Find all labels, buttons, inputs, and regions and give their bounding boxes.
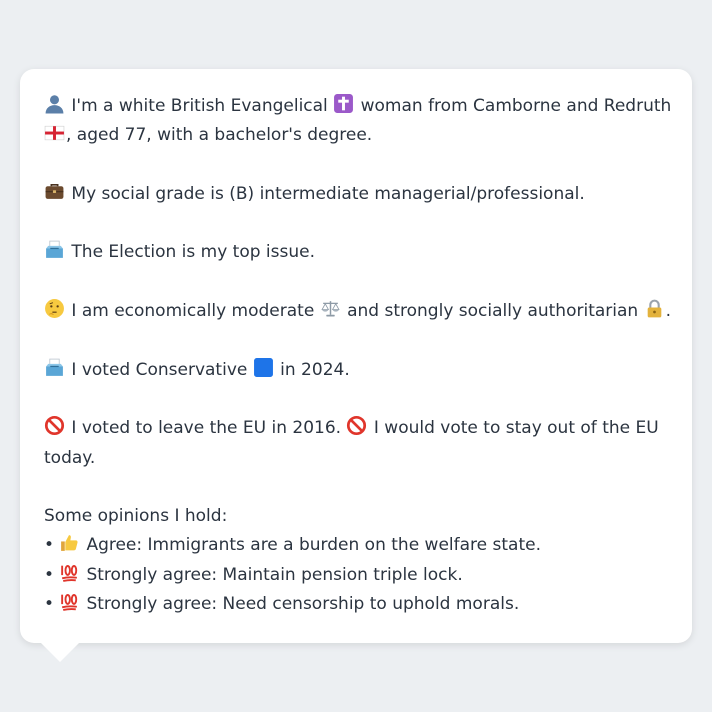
hundred-points-icon <box>59 562 80 583</box>
ideology-text-3: . <box>665 301 671 322</box>
briefcase-icon <box>44 181 65 202</box>
intro-paragraph: I'm a white British Evangelical woman fr… <box>44 92 672 151</box>
hundred-points-icon <box>59 591 80 612</box>
social-grade-paragraph: My social grade is (B) intermediate mana… <box>44 180 672 209</box>
opinion-text: Strongly agree: Need censorship to uphol… <box>86 594 520 615</box>
intro-text-1: I'm a white British Evangelical <box>71 96 328 116</box>
ballot-box-icon <box>44 239 65 260</box>
brexit-text-1: I voted to leave the EU in 2016. <box>71 418 342 439</box>
bullet: • <box>44 564 55 585</box>
person-silhouette-icon <box>44 93 65 114</box>
top-issue-text: The Election is my top issue. <box>71 242 316 263</box>
brexit-paragraph: I voted to leave the EU in 2016. I would… <box>44 414 672 473</box>
vote-2024-text-1: I voted Conservative <box>71 359 248 380</box>
bullet: • <box>44 594 55 615</box>
intro-text-2: woman from Camborne and Redruth <box>360 96 672 116</box>
social-grade-text: My social grade is (B) intermediate mana… <box>71 183 585 204</box>
blue-square-icon <box>253 357 274 378</box>
ideology-text-2: and strongly socially authoritarian <box>347 301 639 322</box>
list-item: • Agree: Immigrants are a burden on the … <box>44 531 672 560</box>
opinion-text: Agree: Immigrants are a burden on the we… <box>86 535 541 556</box>
top-issue-paragraph: The Election is my top issue. <box>44 238 672 267</box>
bullet: • <box>44 535 55 556</box>
speech-bubble-tail <box>40 642 80 662</box>
padlock-icon <box>644 298 665 319</box>
balance-scale-icon <box>320 298 341 319</box>
persona-card: I'm a white British Evangelical woman fr… <box>20 69 692 643</box>
intro-text-3: , aged 77, with a bachelor's degree. <box>66 125 373 146</box>
ideology-text-1: I am economically moderate <box>71 301 315 322</box>
england-flag-icon <box>44 122 65 143</box>
prohibited-icon <box>346 415 367 436</box>
latin-cross-icon <box>333 93 354 114</box>
list-item: • Strongly agree: Need censorship to uph… <box>44 590 672 619</box>
vote-2024-text-2: in 2024. <box>280 359 350 380</box>
list-item: • Strongly agree: Maintain pension tripl… <box>44 561 672 590</box>
thinking-face-icon <box>44 298 65 319</box>
vote-2024-paragraph: I voted Conservative in 2024. <box>44 356 672 385</box>
ideology-paragraph: I am economically moderate and strongly … <box>44 297 672 326</box>
prohibited-icon <box>44 415 65 436</box>
opinions-section: Some opinions I hold: • Agree: Immigrant… <box>44 502 672 619</box>
thumbs-up-icon <box>59 532 80 553</box>
opinions-heading: Some opinions I hold: <box>44 506 228 527</box>
ballot-box-icon <box>44 357 65 378</box>
opinion-text: Strongly agree: Maintain pension triple … <box>86 564 463 585</box>
